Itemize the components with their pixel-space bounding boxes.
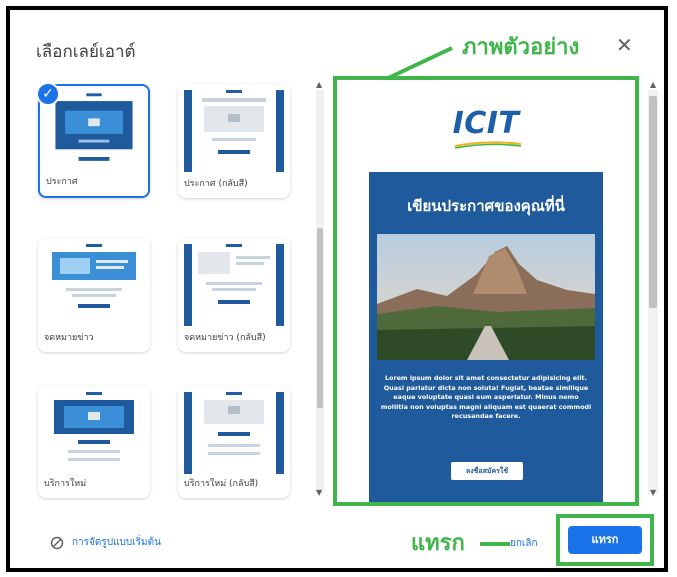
- email-preview-body: เขียนประกาศของคุณที่นี่ Lorem ipsum dolo…: [369, 172, 603, 502]
- insert-annotation-label: แทรก: [411, 531, 465, 556]
- scroll-down-arrow-icon[interactable]: ▼: [650, 488, 656, 497]
- close-icon[interactable]: ✕: [616, 33, 633, 57]
- insert-highlight: แทรก: [556, 514, 654, 566]
- preview-body-text: Lorem ipsum dolor sit amet consectetur a…: [380, 374, 592, 420]
- insert-button[interactable]: แทรก: [568, 526, 642, 554]
- preview-headline: เขียนประกาศของคุณที่นี่: [407, 197, 565, 215]
- layout-preview: ICIT เขียนประกาศของคุณที่นี่ Lorem ipsum…: [333, 76, 639, 506]
- preview-scrollbar-thumb[interactable]: [649, 96, 657, 308]
- logo-swoosh-icon: [454, 141, 522, 149]
- scroll-up-arrow-icon[interactable]: ▲: [650, 80, 656, 89]
- format-reset-icon: [50, 536, 64, 549]
- reset-formatting-link[interactable]: การจัดรูปแบบเริ่มต้น: [50, 535, 161, 550]
- mountain-photo: [377, 234, 595, 360]
- checkmark-icon: ✓: [36, 82, 60, 106]
- signup-button[interactable]: ลงชื่อสมัครใช้: [451, 462, 523, 480]
- reset-formatting-label: การจัดรูปแบบเริ่มต้น: [72, 537, 161, 548]
- cancel-button[interactable]: ยกเลิก: [510, 536, 538, 551]
- icit-logo: ICIT: [452, 106, 520, 141]
